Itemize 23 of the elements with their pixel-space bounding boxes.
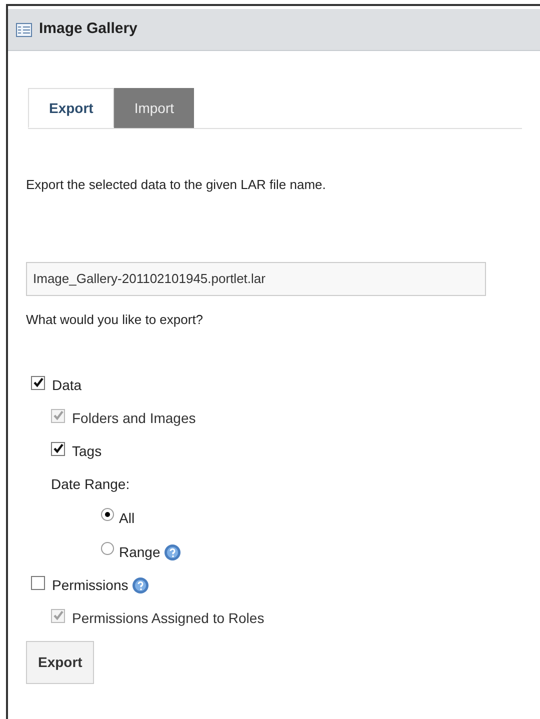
portlet-title: Image Gallery (39, 19, 138, 40)
tab[interactable]: Import (114, 88, 194, 128)
checkbox-label: Permissions (52, 576, 128, 595)
checkbox[interactable] (51, 442, 65, 456)
checkbox-label: Permissions Assigned to Roles (72, 609, 264, 628)
checkbox-label: Tags (72, 442, 102, 461)
portlet-icon (16, 22, 32, 36)
help-icon[interactable] (132, 577, 150, 594)
checkbox[interactable] (31, 576, 45, 590)
export-button[interactable]: Export (26, 641, 94, 684)
help-icon[interactable] (164, 544, 182, 560)
tab[interactable]: Export (28, 88, 114, 128)
checkbox-label: Folders and Images (72, 409, 196, 428)
checkbox-label: Data (52, 376, 82, 395)
section-label: Date Range: (51, 475, 130, 494)
intro-text: Export the selected data to the given LAR file name. (26, 176, 327, 194)
radio-button[interactable] (101, 542, 114, 554)
file-name-field[interactable]: Image_Gallery-201102101945.portlet.lar (26, 262, 486, 296)
radio-button[interactable] (101, 508, 114, 520)
checkbox[interactable] (31, 376, 45, 390)
radio-label: All (119, 508, 135, 528)
radio-label: Range (119, 542, 160, 562)
question-text: What would you like to export? (26, 310, 204, 329)
